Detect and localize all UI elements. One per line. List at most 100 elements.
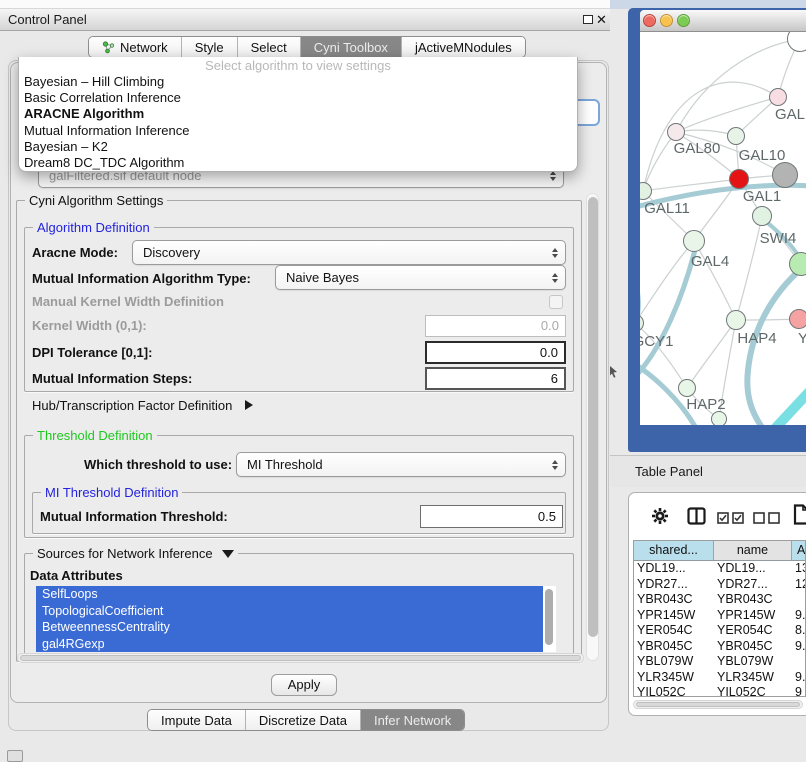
settings-hscrollbar-thumb[interactable] — [20, 655, 581, 661]
which-threshold-select[interactable]: MI Threshold — [236, 452, 566, 477]
network-node-gal1[interactable] — [729, 169, 749, 189]
application-window: Control Panel ✕ NetworkStyleSelectCyni T… — [0, 0, 806, 762]
attribute-item-gal4rgexp[interactable]: gal4RGexp — [36, 636, 543, 653]
attribute-item-betweennesscentrality[interactable]: BetweennessCentrality — [36, 619, 543, 636]
network-node-y[interactable] — [789, 309, 806, 329]
network-node-label: GCY1 — [640, 333, 673, 350]
table-cell: YBR043C — [634, 592, 714, 608]
attribute-item-topologicalcoefficient[interactable]: TopologicalCoefficient — [36, 603, 543, 620]
hub-section-label[interactable]: Hub/Transcription Factor Definition — [32, 398, 253, 414]
attribute-item-selfloops[interactable]: SelfLoops — [36, 586, 543, 603]
aracne-mode-label: Aracne Mode: — [32, 240, 118, 265]
network-node[interactable] — [772, 162, 798, 188]
mi-steps-field[interactable]: 6 — [425, 367, 566, 390]
network-node-gal10[interactable] — [727, 127, 745, 145]
network-node-gal4[interactable] — [683, 230, 705, 252]
table-row[interactable]: YLR345WYLR345W9. — [634, 670, 805, 686]
dropdown-placeholder: Select algorithm to view settings — [19, 57, 577, 74]
column-header-a[interactable]: A — [792, 541, 806, 561]
dropdown-item-bayesian-k2[interactable]: Bayesian – K2 — [19, 139, 577, 155]
network-node-label: GAL1 — [743, 188, 781, 205]
column-header-shared[interactable]: shared... — [634, 541, 714, 561]
tab-style[interactable]: Style — [181, 37, 237, 57]
tab-label: Infer Network — [374, 713, 451, 728]
algorithm-dropdown-list: Bayesian – Hill ClimbingBasic Correlatio… — [19, 74, 577, 171]
network-canvas[interactable]: GALGAL80GAL10GAL1GAL11SWI4GAL4GCY1HAP4YH… — [640, 32, 806, 425]
close-traffic-light-icon[interactable] — [643, 14, 656, 27]
network-node-hap4[interactable] — [726, 310, 746, 330]
network-node-gal80[interactable] — [667, 123, 685, 141]
table-row[interactable]: YBR045CYBR045C9. — [634, 639, 805, 655]
data-attributes-list[interactable]: SelfLoopsTopologicalCoefficientBetweenne… — [36, 586, 556, 652]
close-icon[interactable]: ✕ — [596, 12, 607, 28]
table-row[interactable]: YDR27...YDR27...12 — [634, 577, 805, 593]
deselect-all-checkboxes-icon[interactable] — [753, 512, 781, 524]
tab-infer-network[interactable]: Infer Network — [360, 710, 464, 730]
mi-threshold-field[interactable]: 0.5 — [420, 505, 563, 528]
control-panel-titlebar: Control Panel ✕ — [0, 9, 610, 31]
minimize-traffic-light-icon[interactable] — [660, 14, 673, 27]
network-node-gal[interactable] — [769, 88, 787, 106]
table-cell: YIL052C — [634, 685, 714, 697]
settings-scrollbar[interactable] — [586, 193, 599, 661]
apply-button[interactable]: Apply — [271, 674, 337, 696]
settings-hscrollbar[interactable] — [17, 653, 584, 663]
table-row[interactable]: YBL079WYBL079W — [634, 654, 805, 670]
tab-discretize-data[interactable]: Discretize Data — [245, 710, 360, 730]
attributes-scrollbar-thumb[interactable] — [545, 589, 553, 645]
table-row[interactable]: YBR043CYBR043C — [634, 592, 805, 608]
tab-select[interactable]: Select — [237, 37, 300, 57]
disclosure-right-icon[interactable] — [245, 400, 253, 410]
table-header-row: shared...nameA — [634, 541, 805, 561]
gear-icon[interactable] — [650, 506, 670, 526]
table-hscrollbar-thumb[interactable] — [636, 702, 800, 707]
dropdown-item-mutual-information-inference[interactable]: Mutual Information Inference — [19, 123, 577, 139]
table-cell: 9. — [792, 670, 806, 686]
kernel-width-label: Kernel Width (0,1): — [32, 315, 147, 337]
table-cell: YBR045C — [634, 639, 714, 655]
zoom-traffic-light-icon[interactable] — [677, 14, 690, 27]
column-header-name[interactable]: name — [714, 541, 792, 561]
mi-type-select[interactable]: Naive Bayes — [275, 265, 566, 290]
dropdown-item-aracne-algorithm[interactable]: ARACNE Algorithm — [19, 106, 577, 122]
dropdown-item-dream8-dc-tdc-algorithm[interactable]: Dream8 DC_TDC Algorithm — [19, 155, 577, 171]
kernel-width-field[interactable]: 0.0 — [425, 315, 566, 337]
table-row[interactable]: YER054CYER054C8. — [634, 623, 805, 639]
manual-kernel-checkbox[interactable] — [549, 295, 563, 309]
network-node[interactable] — [711, 411, 727, 425]
manual-kernel-label: Manual Kernel Width Definition — [32, 294, 224, 310]
settings-scrollbar-thumb[interactable] — [588, 197, 598, 637]
dropdown-item-bayesian-hill-climbing[interactable]: Bayesian – Hill Climbing — [19, 74, 577, 90]
table-cell: 12 — [792, 577, 806, 593]
mi-type-label: Mutual Information Algorithm Type: — [32, 266, 251, 291]
network-node[interactable] — [752, 206, 772, 226]
top-strip — [0, 0, 610, 9]
table-row[interactable]: YDL19...YDL19...13 — [634, 561, 805, 577]
network-node-swi4[interactable] — [789, 252, 806, 276]
float-window-icon[interactable] — [583, 15, 593, 24]
table-cell: YPR145W — [634, 608, 714, 624]
tab-impute-data[interactable]: Impute Data — [148, 710, 245, 730]
new-table-document-icon[interactable] — [793, 504, 806, 525]
dpi-tolerance-field[interactable]: 0.0 — [425, 341, 566, 364]
table-cell: 9. — [792, 608, 806, 624]
table-hscrollbar[interactable] — [633, 700, 803, 709]
table-cell: YDR27... — [634, 577, 714, 593]
network-window-titlebar[interactable] — [640, 10, 806, 32]
disclosure-down-icon[interactable] — [222, 550, 234, 558]
sources-group-title[interactable]: Sources for Network Inference — [33, 546, 238, 561]
table-cell: 13 — [792, 561, 806, 577]
dpi-tolerance-label: DPI Tolerance [0,1]: — [32, 341, 152, 364]
aracne-mode-select[interactable]: Discovery — [132, 240, 566, 265]
network-node-hap2[interactable] — [678, 379, 696, 397]
dropdown-item-basic-correlation-inference[interactable]: Basic Correlation Inference — [19, 90, 577, 106]
select-all-checkboxes-icon[interactable] — [717, 512, 745, 524]
columns-icon[interactable] — [687, 507, 706, 525]
network-node-label: GAL11 — [644, 200, 690, 217]
tab-network[interactable]: Network — [89, 37, 181, 57]
tab-cyni-toolbox[interactable]: Cyni Toolbox — [300, 37, 401, 57]
collapsed-panel-handle[interactable] — [7, 750, 23, 762]
table-row[interactable]: YPR145WYPR145W9. — [634, 608, 805, 624]
table-row[interactable]: YIL052CYIL052C9 — [634, 685, 805, 697]
tab-jactivemnodules[interactable]: jActiveMNodules — [401, 37, 525, 57]
